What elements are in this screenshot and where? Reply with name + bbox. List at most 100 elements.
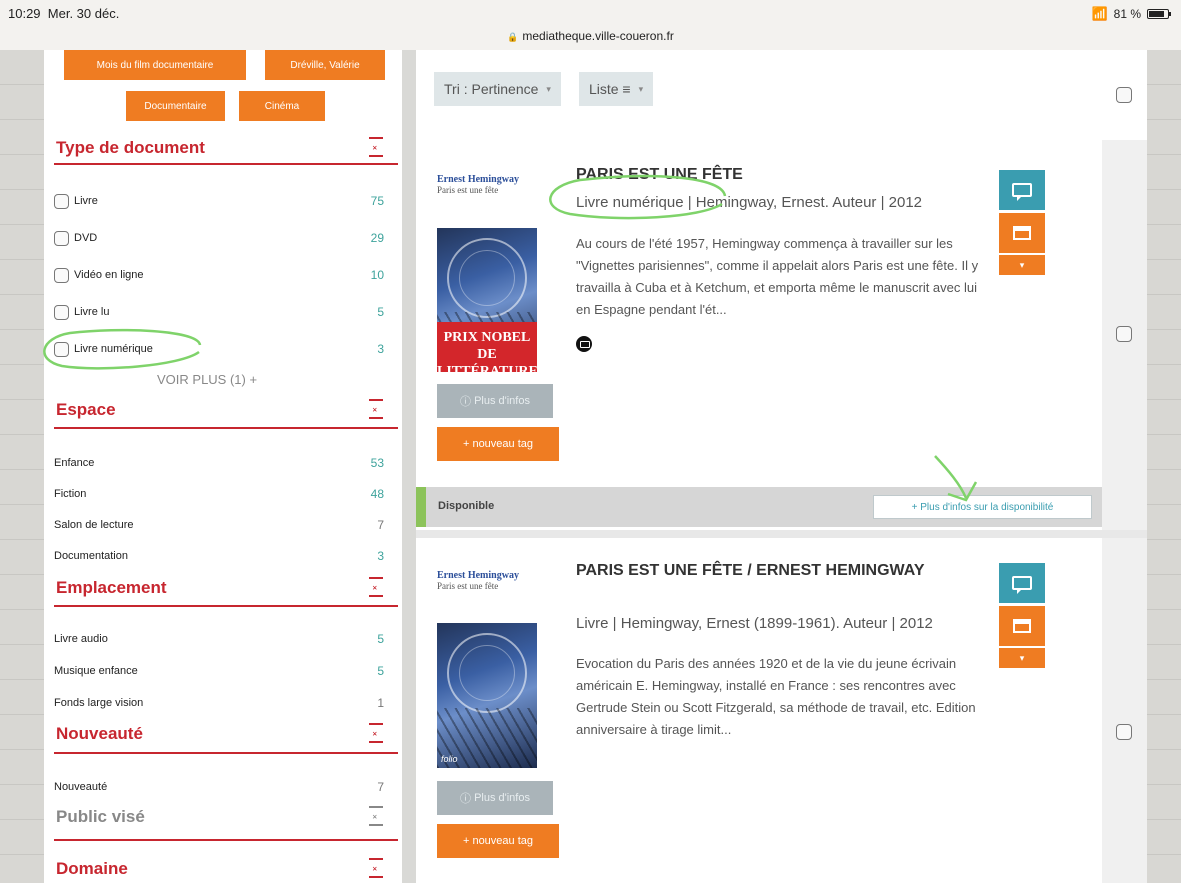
result-title[interactable]: PARIS EST UNE FÊTE xyxy=(576,164,966,186)
facet-count: 75 xyxy=(370,194,384,208)
facet-collapse-icon[interactable]: ⌄ ⌃ xyxy=(369,577,383,597)
facet-divider xyxy=(54,605,398,607)
basket-button[interactable] xyxy=(999,213,1045,253)
page-margin-right xyxy=(1147,50,1181,883)
facet-sidebar: Mois du film documentaire Dréville, Valé… xyxy=(44,50,402,883)
status-clock: 10:29 Mer. 30 déc. xyxy=(8,6,119,21)
facet-collapse-icon[interactable]: ⌄ ⌃ xyxy=(369,723,383,743)
facet-item-fiction[interactable]: Fiction 48 xyxy=(54,484,384,504)
comment-button[interactable] xyxy=(999,170,1045,210)
cover-subtitle: Paris est une fête xyxy=(437,185,499,195)
results-toolbar: Tri : Pertinence ▾ Liste ≡ ▾ xyxy=(434,72,654,106)
facet-title-type-document[interactable]: Type de document xyxy=(56,138,205,158)
status-date: Mer. 30 déc. xyxy=(47,6,120,21)
selected-tag-documentaire[interactable]: Documentaire xyxy=(126,91,225,121)
facet-title-espace[interactable]: Espace xyxy=(56,400,116,420)
facet-count: 3 xyxy=(377,549,384,563)
facet-label: Fiction xyxy=(54,488,87,500)
facet-item-video-en-ligne[interactable]: Vidéo en ligne 10 xyxy=(54,265,384,285)
facet-checkbox[interactable] xyxy=(54,230,69,246)
facet-count: 3 xyxy=(377,342,384,356)
sort-dropdown[interactable]: Tri : Pertinence ▾ xyxy=(434,72,561,106)
facet-label: Salon de lecture xyxy=(54,519,134,531)
battery-level: 81 % xyxy=(1113,7,1141,21)
facet-show-more-link[interactable]: VOIR PLUS (1) + xyxy=(157,372,257,387)
lock-icon: 🔒 xyxy=(507,32,519,42)
facet-title-emplacement[interactable]: Emplacement xyxy=(56,578,167,598)
facet-collapse-icon[interactable]: ⌄ ⌃ xyxy=(369,399,383,419)
result-description: Au cours de l'été 1957, Hemingway commen… xyxy=(576,236,979,317)
facet-count: 53 xyxy=(370,456,384,470)
view-dropdown[interactable]: Liste ≡ ▾ xyxy=(578,72,654,106)
comment-icon xyxy=(1012,183,1032,201)
availability-bar: Disponible + Plus d'infos sur la disponi… xyxy=(416,487,1102,527)
facet-collapse-icon[interactable]: ⌄ ⌃ xyxy=(369,137,383,157)
result-checkbox[interactable] xyxy=(1116,326,1132,342)
selected-tag-cinema[interactable]: Cinéma xyxy=(239,91,325,121)
facet-title-domaine[interactable]: Domaine xyxy=(56,859,128,879)
caret-down-icon: ▾ xyxy=(638,83,644,94)
facet-count: 5 xyxy=(377,664,384,678)
new-tag-button[interactable]: + nouveau tag xyxy=(437,427,559,461)
basket-icon xyxy=(1013,226,1031,240)
result-type-line: Livre numérique | Hemingway, Ernest. Aut… xyxy=(576,194,923,211)
more-info-button[interactable]: ⓘ Plus d'infos xyxy=(437,781,553,815)
facet-item-enfance[interactable]: Enfance 53 xyxy=(54,453,384,473)
address-bar[interactable]: 🔒 mediatheque.ville-coueron.fr xyxy=(0,29,1181,43)
result-checkbox[interactable] xyxy=(1116,724,1132,740)
facet-item-documentation[interactable]: Documentation 3 xyxy=(54,546,384,566)
facet-count: 7 xyxy=(377,780,384,794)
facet-checkbox[interactable] xyxy=(54,341,69,357)
status-time: 10:29 xyxy=(8,6,41,21)
selected-tag-dreville[interactable]: Dréville, Valérie xyxy=(265,50,385,80)
facet-item-livre-numerique[interactable]: Livre numérique 3 xyxy=(54,339,384,359)
facet-collapse-icon[interactable]: ⌄ ⌃ xyxy=(369,858,383,878)
comment-icon xyxy=(1012,576,1032,594)
cover-subtitle: Paris est une fête xyxy=(437,581,499,591)
facet-item-dvd[interactable]: DVD 29 xyxy=(54,228,384,248)
facet-item-nouveaute[interactable]: Nouveauté 7 xyxy=(54,777,384,797)
cover-image: PRIX NOBEL DE LITTÉRATURE xyxy=(437,228,537,372)
facet-title-public-vise[interactable]: Public visé xyxy=(56,807,145,827)
new-tag-button[interactable]: + nouveau tag xyxy=(437,824,559,858)
facet-item-musique-enfance[interactable]: Musique enfance 5 xyxy=(54,661,384,681)
facet-checkbox[interactable] xyxy=(54,267,69,283)
facet-collapse-icon[interactable]: ⌄ ⌃ xyxy=(369,806,383,826)
result-actions: ▾ xyxy=(999,563,1045,668)
comment-button[interactable] xyxy=(999,563,1045,603)
results-panel: Tri : Pertinence ▾ Liste ≡ ▾ Ernest Hemi… xyxy=(416,50,1147,883)
facet-item-livre-audio[interactable]: Livre audio 5 xyxy=(54,629,384,649)
facet-count: 10 xyxy=(370,268,384,282)
facet-item-salon-de-lecture[interactable]: Salon de lecture 7 xyxy=(54,515,384,535)
facet-label: Livre audio xyxy=(54,633,108,645)
actions-more-button[interactable]: ▾ xyxy=(999,648,1045,668)
cover-image: folio xyxy=(437,623,537,768)
more-info-button[interactable]: ⓘ Plus d'infos xyxy=(437,384,553,418)
result-type-line: Livre | Hemingway, Ernest (1899-1961). A… xyxy=(576,615,933,632)
book-cover[interactable]: Ernest Hemingway Paris est une fête foli… xyxy=(437,570,537,768)
page-margin-left xyxy=(0,50,44,883)
facet-checkbox[interactable] xyxy=(54,193,69,209)
facet-count: 1 xyxy=(377,696,384,710)
facet-item-livre[interactable]: Livre 75 xyxy=(54,191,384,211)
facet-label: Livre xyxy=(74,195,98,207)
facet-count: 5 xyxy=(377,305,384,319)
facet-divider xyxy=(54,839,398,841)
facet-label: Nouveauté xyxy=(54,781,108,793)
result-separator xyxy=(416,530,1147,538)
basket-button[interactable] xyxy=(999,606,1045,646)
view-value: Liste ≡ xyxy=(588,81,631,97)
facet-label: Livre numérique xyxy=(74,343,153,355)
book-cover[interactable]: Ernest Hemingway Paris est une fête PRIX… xyxy=(437,174,537,372)
facet-checkbox[interactable] xyxy=(54,304,69,320)
facet-count: 5 xyxy=(377,632,384,646)
availability-more-button[interactable]: + Plus d'infos sur la disponibilité xyxy=(873,495,1092,519)
facet-item-fonds-large-vision[interactable]: Fonds large vision 1 xyxy=(54,693,384,713)
facet-title-nouveaute[interactable]: Nouveauté xyxy=(56,724,143,744)
selected-tag-mois-du-film[interactable]: Mois du film documentaire xyxy=(64,50,246,80)
sort-value: Pertinence xyxy=(471,81,539,97)
actions-more-button[interactable]: ▾ xyxy=(999,255,1045,275)
facet-item-livre-lu[interactable]: Livre lu 5 xyxy=(54,302,384,322)
result-title[interactable]: PARIS EST UNE FÊTE / ERNEST HEMINGWAY xyxy=(576,560,966,582)
select-all-checkbox[interactable] xyxy=(1116,87,1132,103)
